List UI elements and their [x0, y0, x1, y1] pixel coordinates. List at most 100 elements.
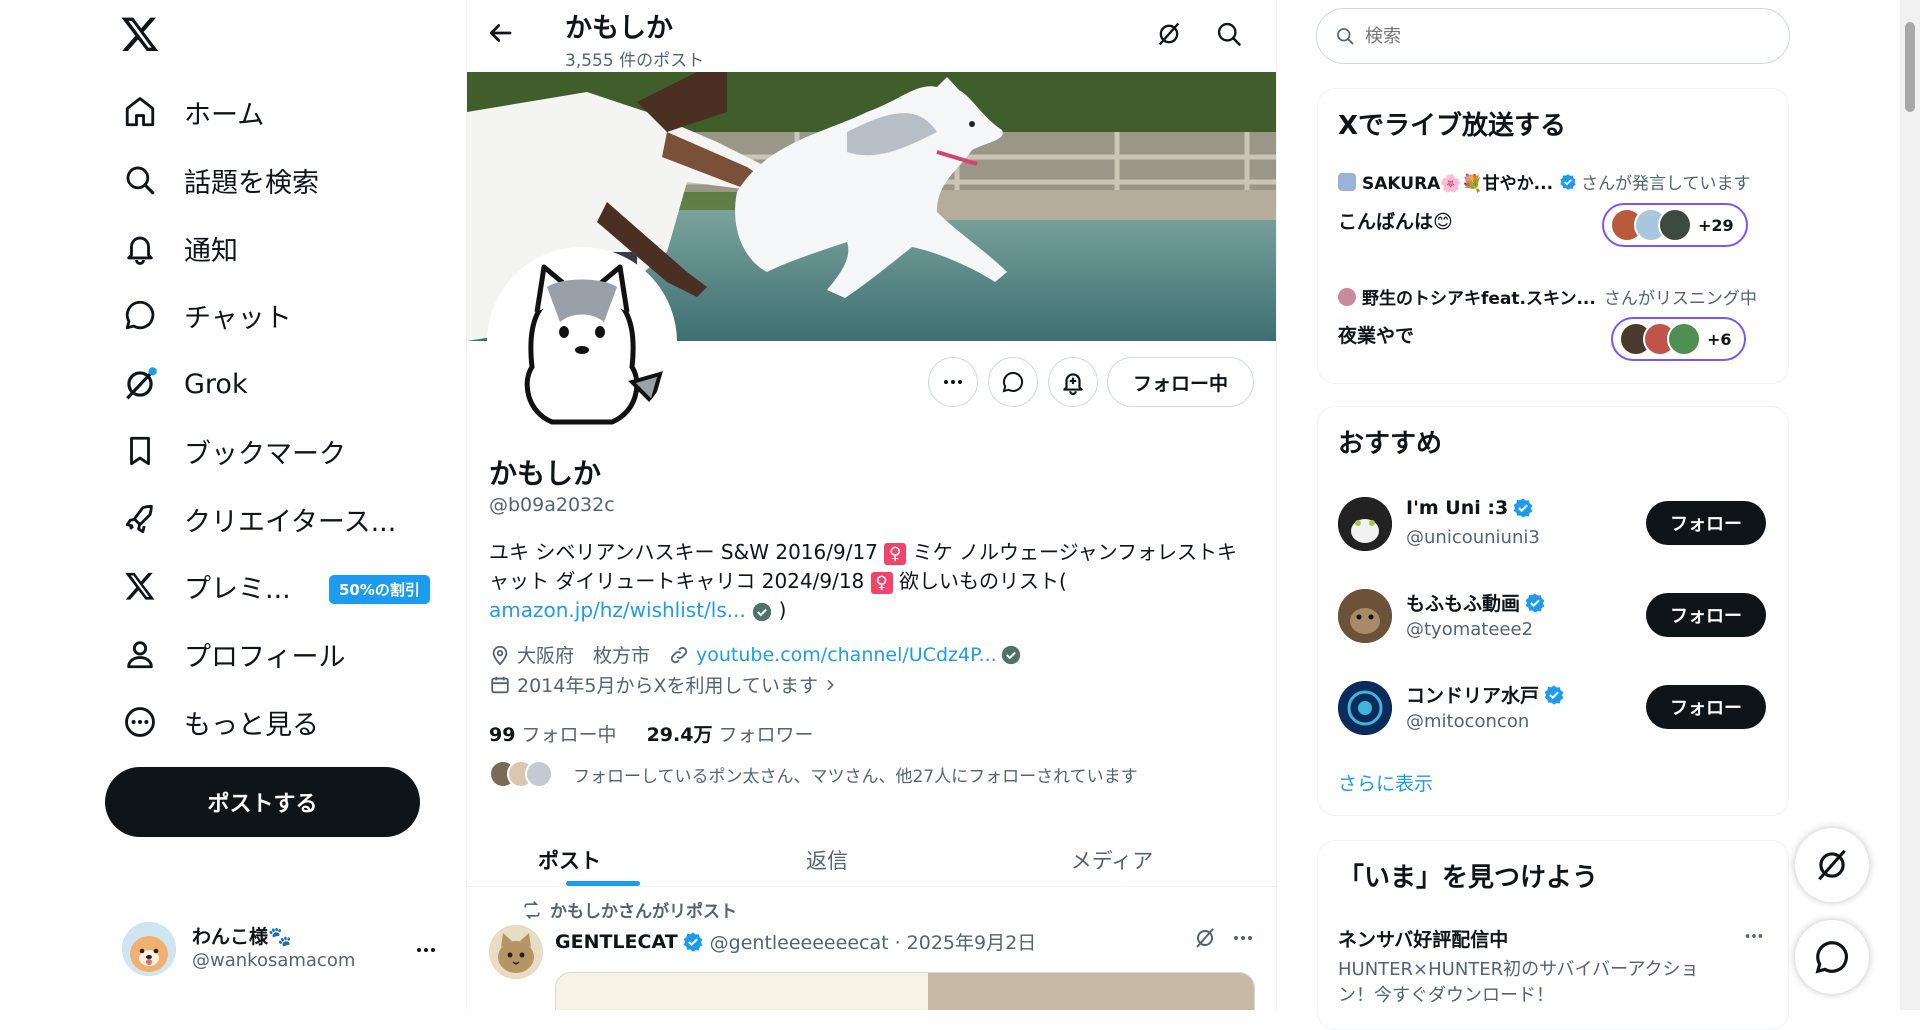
- post-meta: GENTLECAT @gentleeeeeeecat · 2025年9月2日: [555, 928, 1036, 955]
- premium-discount-badge: 50%の割引: [329, 575, 430, 604]
- more-options-button[interactable]: [928, 357, 978, 407]
- trend-title[interactable]: ネンサバ好評配信中: [1338, 925, 1508, 952]
- nav-more[interactable]: もっと見る: [120, 694, 319, 750]
- verified-icon: [1559, 173, 1577, 191]
- verified-link-icon: [1001, 645, 1021, 665]
- suggestion-name: もふもふ動画: [1406, 589, 1546, 616]
- following-button[interactable]: フォロー中: [1107, 357, 1254, 407]
- nav-label: チャット: [184, 302, 292, 334]
- nav-bookmarks[interactable]: ブックマーク: [120, 423, 346, 479]
- nav-home[interactable]: ホーム: [120, 84, 264, 140]
- location-text: 大阪府 枚方市: [517, 645, 651, 667]
- x-logo-icon[interactable]: [120, 14, 170, 64]
- suggestion-name: I'm Uni :3: [1406, 497, 1534, 519]
- grok-fab[interactable]: [1795, 828, 1869, 902]
- profile-avatar[interactable]: [487, 247, 677, 437]
- nav-premium[interactable]: プレミ...: [120, 558, 291, 614]
- live-listeners-pill[interactable]: +29: [1602, 203, 1748, 247]
- explore-card: 「いま」を見つけよう ネンサバ好評配信中 HUNTER×HUNTER初のサバイバ…: [1317, 840, 1789, 1030]
- post-author-avatar[interactable]: [489, 925, 543, 979]
- bio-text: ャット ダイリュートキャリコ 2024/9/18: [489, 569, 865, 593]
- suggestion-row[interactable]: I'm Uni :3 @unicouniuni3 フォロー: [1318, 485, 1788, 565]
- search-input[interactable]: [1365, 25, 1765, 47]
- chat-fab[interactable]: [1795, 920, 1869, 994]
- nav-label: クリエイタース...: [184, 506, 397, 538]
- profile-header-bar: かもしか 3,555 件のポスト: [467, 0, 1276, 72]
- post-button[interactable]: ポストする: [105, 767, 420, 837]
- header-title: かもしか: [565, 13, 673, 44]
- bell-icon: [120, 228, 160, 268]
- show-more-link[interactable]: さらに表示: [1338, 769, 1433, 796]
- listener-count: +29: [1698, 215, 1734, 235]
- more-circle-icon: [120, 702, 160, 742]
- live-title[interactable]: こんばんは😊: [1338, 207, 1453, 234]
- back-arrow-icon[interactable]: [485, 18, 515, 48]
- nav-notifications[interactable]: 通知: [120, 220, 238, 276]
- live-title[interactable]: 夜業やで: [1338, 321, 1414, 348]
- suggestion-row[interactable]: コンドリア水戸 @mitoconcon フォロー: [1318, 669, 1788, 749]
- scrollbar-thumb[interactable]: [1905, 22, 1915, 112]
- tab-label: メディア: [1070, 849, 1154, 873]
- joined-row[interactable]: 2014年5月からXを利用しています: [489, 671, 838, 698]
- tab-media[interactable]: メディア: [1027, 830, 1197, 890]
- grok-icon[interactable]: [1155, 20, 1183, 48]
- follow-button[interactable]: フォロー: [1646, 685, 1766, 729]
- nav-label: 通知: [184, 235, 238, 267]
- live-listeners-pill[interactable]: +6: [1611, 317, 1746, 361]
- live-item-host[interactable]: 野生のトシアキfeat.スキン... さんがリスニング中: [1338, 284, 1768, 309]
- follow-button[interactable]: フォロー: [1646, 501, 1766, 545]
- more-horizontal-icon[interactable]: [414, 938, 438, 962]
- post-media[interactable]: [555, 972, 1255, 1010]
- card-title: おすすめ: [1338, 429, 1443, 459]
- nav-chat[interactable]: チャット: [120, 287, 292, 343]
- suggestion-handle: @mitoconcon: [1406, 711, 1530, 732]
- card-title: Xでライブ放送する: [1338, 111, 1567, 141]
- account-switcher[interactable]: わんこ様🐾 @wankosamacom: [120, 920, 450, 980]
- website-link[interactable]: youtube.com/channel/UCdz4P...: [696, 644, 997, 666]
- nav-profile[interactable]: プロフィール: [120, 626, 345, 682]
- scrollbar[interactable]: [1900, 0, 1920, 1010]
- more-horizontal-icon: [944, 380, 962, 384]
- profile-meta-row: 大阪府 枚方市 youtube.com/channel/UCdz4P...: [489, 641, 1021, 668]
- nav-label: 話題を検索: [184, 167, 319, 199]
- bookmark-icon: [120, 431, 160, 471]
- tabs-divider: [467, 886, 1276, 887]
- more-horizontal-icon[interactable]: [1231, 926, 1255, 950]
- search-icon[interactable]: [1215, 20, 1243, 48]
- verified-icon: [1524, 592, 1546, 614]
- live-host-name: SAKURA🌸💐甘やか...: [1362, 174, 1554, 194]
- tab-label: ポスト: [538, 849, 601, 873]
- right-sidebar: Xでライブ放送する SAKURA🌸💐甘やか... さんが発言しています こんばん…: [1277, 0, 1920, 1030]
- rocket-icon: [120, 499, 160, 539]
- tab-replies[interactable]: 返信: [762, 830, 892, 890]
- nav-creator-studio[interactable]: クリエイタース...: [120, 491, 396, 547]
- nav-grok[interactable]: Grok: [120, 356, 248, 412]
- followed-by-row[interactable]: フォローしているポン太さん、マツさん、他27人にフォローされています: [489, 760, 1138, 788]
- profile-column: かもしか 3,555 件のポスト フォロー中 かもしか @b09a2032c ユ…: [466, 0, 1277, 1010]
- avatar: [1338, 497, 1392, 551]
- search-box[interactable]: [1316, 8, 1790, 64]
- follow-button[interactable]: フォロー: [1646, 593, 1766, 637]
- follow-stats: 99 フォロー中 29.4万 フォロワー: [489, 720, 814, 747]
- name-text: コンドリア水戸: [1406, 685, 1540, 707]
- followed-by-text: フォローしているポン太さん、マツさん、他27人にフォローされています: [573, 766, 1138, 787]
- nav-explore[interactable]: 話題を検索: [120, 152, 319, 208]
- message-button[interactable]: [988, 357, 1038, 407]
- profile-name: かもしか: [489, 457, 602, 490]
- calendar-icon: [491, 676, 509, 693]
- more-horizontal-icon[interactable]: [1743, 925, 1765, 947]
- followers-stat[interactable]: 29.4万 フォロワー: [647, 724, 814, 746]
- nav-label: もっと見る: [184, 709, 319, 741]
- grok-icon[interactable]: [1193, 926, 1217, 950]
- live-item-host[interactable]: SAKURA🌸💐甘やか... さんが発言しています: [1338, 169, 1768, 194]
- suggestion-row[interactable]: もふもふ動画 @tyomateee2 フォロー: [1318, 577, 1788, 657]
- following-stat[interactable]: 99 フォロー中: [489, 724, 617, 746]
- nav-label: プレミ...: [184, 573, 291, 605]
- name-text: もふもふ動画: [1406, 593, 1521, 615]
- notify-button[interactable]: [1048, 357, 1098, 407]
- wishlist-link[interactable]: amazon.jp/hz/wishlist/ls...: [489, 598, 746, 622]
- account-handle: @wankosamacom: [192, 950, 356, 971]
- trend-desc-line: HUNTER×HUNTER初のサバイバーアクショ: [1338, 959, 1699, 980]
- nav-label: ブックマーク: [184, 438, 346, 470]
- post-author-name[interactable]: GENTLECAT: [555, 931, 678, 953]
